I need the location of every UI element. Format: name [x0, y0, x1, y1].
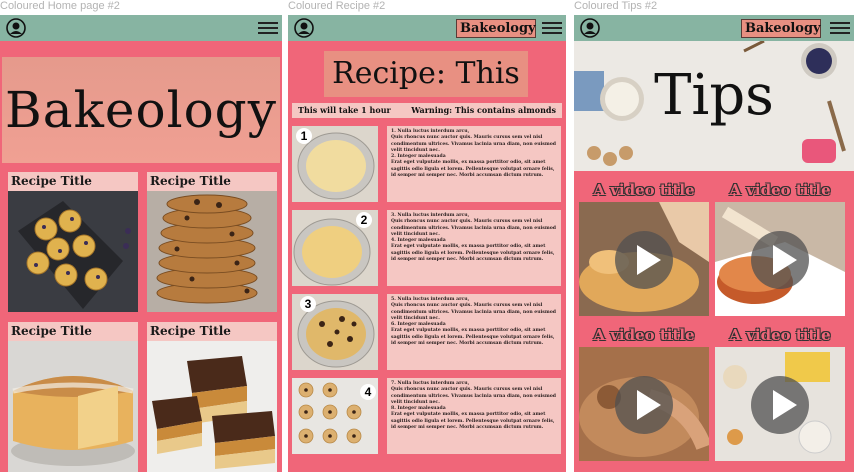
home-frame-label: Coloured Home page #2	[0, 0, 120, 12]
step-body: Erat eget vulputate mollis, ex massa por…	[391, 328, 555, 347]
step-body: Erat eget vulputate mollis, ex massa por…	[391, 244, 555, 263]
video-thumbnail[interactable]	[715, 347, 845, 461]
recipe-card-title: Recipe Title	[11, 324, 92, 338]
video-title: A video title	[593, 181, 695, 199]
step-body: Erat eget vulputate mollis, ex massa por…	[391, 412, 555, 431]
recipe-card-image-cookies	[147, 191, 277, 312]
recipe-card-title: Recipe Title	[11, 174, 92, 188]
recipe-card-image-sponge-cake	[8, 341, 138, 472]
video-title: A video title	[729, 326, 831, 344]
play-icon[interactable]	[751, 376, 809, 434]
tips-frame-label: Coloured Tips #2	[574, 0, 658, 12]
step-number: 1	[296, 128, 312, 144]
step-text: 3. Nulla luctus interdum arcu, Quis rhon…	[387, 210, 561, 286]
brand-logo[interactable]: Bakeology	[456, 19, 536, 38]
recipe-frame: Bakeology Recipe: This This will take 1 …	[288, 15, 566, 472]
recipe-info-bar: This will take 1 hour Warning: This cont…	[292, 103, 562, 118]
step-number: 3	[300, 296, 316, 312]
tips-hero-title: Tips	[654, 63, 774, 128]
step-text: 1. Nulla luctus interdum arcu, Quis rhon…	[387, 126, 561, 202]
step-body: Quis rhoncus nunc auctor quis. Mauris cu…	[391, 135, 557, 153]
step-body: Quis rhoncus nunc auctor quis. Mauris cu…	[391, 219, 557, 237]
recipe-warning: Warning: This contains almonds	[411, 105, 556, 115]
user-avatar-icon[interactable]	[294, 18, 314, 38]
video-title: A video title	[729, 181, 831, 199]
recipe-card[interactable]: Recipe Title	[8, 322, 138, 472]
step-body: Quis rhoncus nunc auctor quis. Mauris cu…	[391, 387, 557, 405]
recipe-card-title: Recipe Title	[150, 324, 231, 338]
recipe-card[interactable]: Recipe Title	[8, 172, 138, 312]
recipe-card-title: Recipe Title	[150, 174, 231, 188]
step-text: 5. Nulla luctus interdum arcu, Quis rhon…	[387, 294, 561, 370]
recipe-card-image-caramel-shortbread	[147, 341, 277, 472]
recipe-frame-label: Coloured Recipe #2	[288, 0, 386, 12]
step-body: Quis rhoncus nunc auctor quis. Mauris cu…	[391, 303, 557, 321]
top-bar: Bakeology	[574, 15, 854, 41]
video-thumbnail[interactable]	[579, 202, 709, 316]
home-frame: Bakeology Recipe Title Recipe Title Reci…	[0, 15, 282, 472]
brand-logo[interactable]: Bakeology	[741, 19, 821, 38]
step-number: 4	[360, 384, 376, 400]
video-title: A video title	[593, 326, 695, 344]
recipe-time: This will take 1 hour	[298, 105, 391, 115]
recipe-card-image-muffins	[8, 191, 138, 312]
step-body: Erat eget vulputate mollis, ex massa por…	[391, 160, 555, 179]
user-avatar-icon[interactable]	[6, 18, 26, 38]
step-number: 2	[356, 212, 372, 228]
play-icon[interactable]	[751, 231, 809, 289]
step-text: 7. Nulla luctus interdum arcu, Quis rhon…	[387, 378, 561, 454]
home-hero: Bakeology	[2, 57, 280, 163]
top-bar	[0, 15, 282, 41]
home-hero-title: Bakeology	[5, 81, 277, 139]
play-icon[interactable]	[615, 376, 673, 434]
hamburger-menu-icon[interactable]	[542, 19, 562, 36]
play-icon[interactable]	[615, 231, 673, 289]
video-thumbnail[interactable]	[579, 347, 709, 461]
recipe-card[interactable]: Recipe Title	[147, 172, 277, 312]
recipe-page-title: Recipe: This	[324, 51, 528, 97]
tips-frame: Bakeology Tips A video title A video tit…	[574, 15, 854, 472]
tips-hero: Tips	[574, 41, 854, 171]
user-avatar-icon[interactable]	[580, 18, 600, 38]
top-bar: Bakeology	[288, 15, 566, 41]
recipe-card[interactable]: Recipe Title	[147, 322, 277, 472]
video-thumbnail[interactable]	[715, 202, 845, 316]
hamburger-menu-icon[interactable]	[258, 19, 278, 36]
hamburger-menu-icon[interactable]	[830, 19, 850, 36]
